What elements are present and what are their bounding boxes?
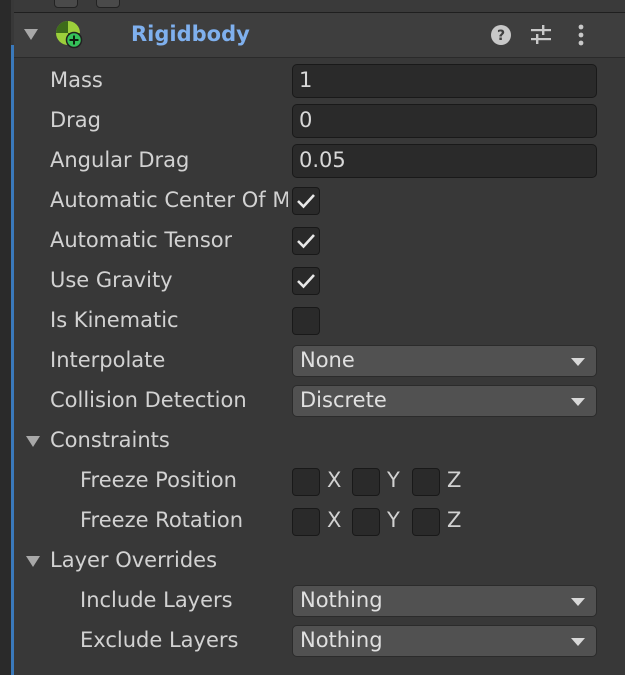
exclude-layers-label: Exclude Layers bbox=[80, 628, 239, 652]
auto-tensor-checkbox[interactable] bbox=[292, 227, 320, 255]
include-layers-label: Include Layers bbox=[80, 588, 233, 612]
freeze-position-z-label: Z bbox=[447, 468, 462, 492]
help-icon[interactable]: ? bbox=[488, 22, 514, 48]
layer-overrides-foldout-label[interactable]: Layer Overrides bbox=[50, 548, 217, 572]
checkmark-icon bbox=[297, 234, 315, 249]
include-layers-value: Nothing bbox=[300, 588, 383, 612]
previous-component-footer bbox=[14, 0, 625, 13]
exclude-layers-value: Nothing bbox=[300, 628, 383, 652]
interpolate-value: None bbox=[300, 348, 355, 372]
freeze-position-z-checkbox[interactable] bbox=[412, 468, 440, 496]
auto-center-of-mass-label: Automatic Center Of Mass bbox=[50, 188, 288, 212]
angular-drag-field[interactable]: 0.05 bbox=[292, 144, 597, 178]
interpolate-label: Interpolate bbox=[50, 348, 166, 372]
collision-detection-value: Discrete bbox=[300, 388, 387, 412]
freeze-rotation-x-checkbox[interactable] bbox=[292, 508, 320, 536]
freeze-position-x-checkbox[interactable] bbox=[292, 468, 320, 496]
component-title: Rigidbody bbox=[131, 22, 250, 46]
freeze-position-y-checkbox[interactable] bbox=[352, 468, 380, 496]
freeze-position-label: Freeze Position bbox=[80, 468, 237, 492]
collision-detection-label: Collision Detection bbox=[50, 388, 247, 412]
use-gravity-label: Use Gravity bbox=[50, 268, 173, 292]
auto-center-of-mass-checkbox[interactable] bbox=[292, 187, 320, 215]
freeze-rotation-y-checkbox[interactable] bbox=[352, 508, 380, 536]
collision-detection-dropdown[interactable]: Discrete bbox=[292, 385, 597, 417]
component-header[interactable]: Rigidbody ? bbox=[14, 13, 625, 58]
freeze-rotation-label: Freeze Rotation bbox=[80, 508, 244, 532]
use-gravity-checkbox[interactable] bbox=[292, 267, 320, 295]
selection-indicator-line bbox=[11, 45, 14, 675]
is-kinematic-label: Is Kinematic bbox=[50, 308, 179, 332]
dropdown-arrow-icon bbox=[571, 638, 585, 646]
angular-drag-label: Angular Drag bbox=[50, 148, 190, 172]
previous-component-checkbox bbox=[96, 0, 120, 8]
dropdown-arrow-icon bbox=[571, 358, 585, 366]
component-foldout-arrow-icon[interactable] bbox=[24, 29, 38, 40]
freeze-position-y-label: Y bbox=[387, 468, 400, 492]
freeze-rotation-y-label: Y bbox=[387, 508, 400, 532]
exclude-layers-dropdown[interactable]: Nothing bbox=[292, 625, 597, 657]
interpolate-dropdown[interactable]: None bbox=[292, 345, 597, 377]
freeze-rotation-z-label: Z bbox=[447, 508, 462, 532]
freeze-position-x-label: X bbox=[327, 468, 342, 492]
kebab-menu-icon[interactable] bbox=[568, 22, 594, 48]
constraints-foldout-label[interactable]: Constraints bbox=[50, 428, 170, 452]
mass-field[interactable]: 1 bbox=[292, 64, 597, 98]
drag-label: Drag bbox=[50, 108, 102, 132]
is-kinematic-checkbox[interactable] bbox=[292, 307, 320, 335]
layer-overrides-foldout-arrow-icon[interactable] bbox=[26, 556, 40, 567]
drag-field[interactable]: 0 bbox=[292, 104, 597, 138]
svg-text:?: ? bbox=[497, 28, 505, 44]
left-gutter bbox=[0, 0, 11, 675]
previous-component-icon bbox=[54, 0, 78, 8]
mass-label: Mass bbox=[50, 68, 103, 92]
auto-tensor-label: Automatic Tensor bbox=[50, 228, 233, 252]
dropdown-arrow-icon bbox=[571, 598, 585, 606]
constraints-foldout-arrow-icon[interactable] bbox=[26, 436, 40, 447]
checkmark-icon bbox=[297, 274, 315, 289]
include-layers-dropdown[interactable]: Nothing bbox=[292, 585, 597, 617]
preset-sliders-icon[interactable] bbox=[528, 22, 554, 48]
freeze-rotation-z-checkbox[interactable] bbox=[412, 508, 440, 536]
rigidbody-icon bbox=[56, 21, 83, 49]
checkmark-icon bbox=[297, 194, 315, 209]
freeze-rotation-x-label: X bbox=[327, 508, 342, 532]
dropdown-arrow-icon bbox=[571, 398, 585, 406]
